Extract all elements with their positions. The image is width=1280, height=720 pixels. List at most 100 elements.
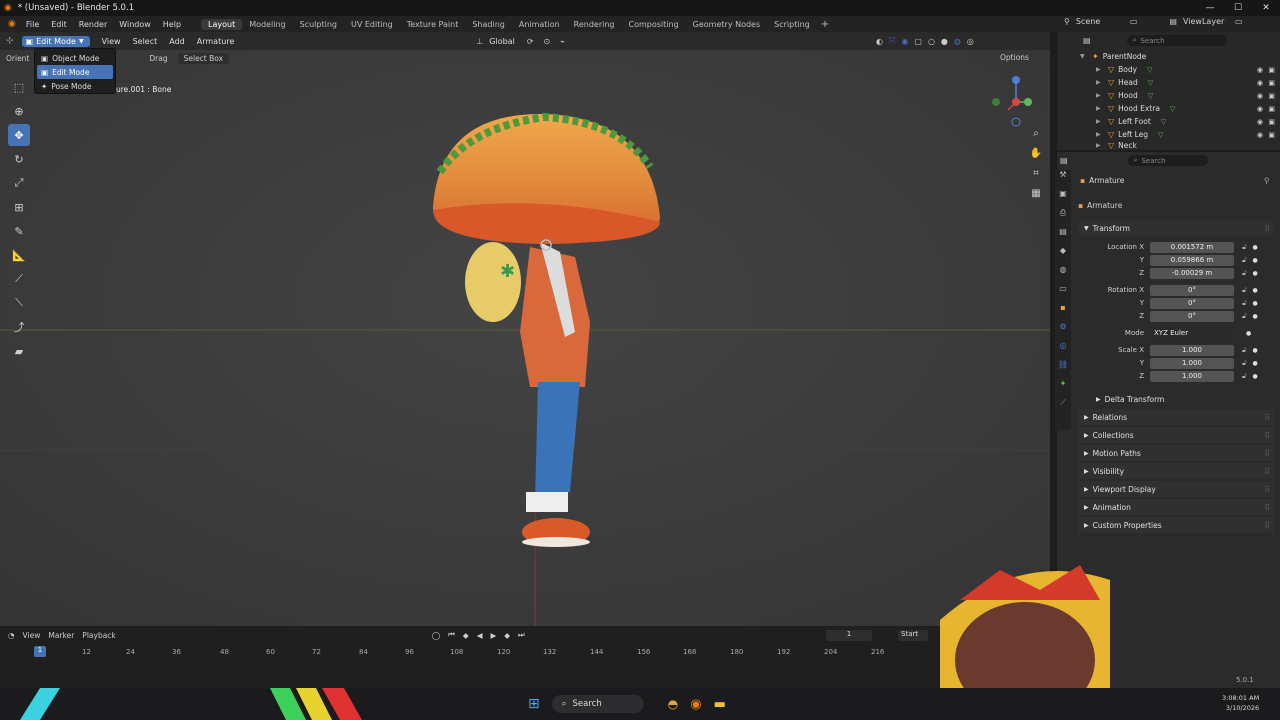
bone-envelope-tool-icon[interactable]: ▰ (8, 340, 30, 362)
custom-properties-panel-header[interactable]: ▶ Custom Properties ⠿ (1078, 517, 1274, 533)
keyframe-dot-icon[interactable]: ● (1253, 347, 1258, 354)
expand-arrow-icon[interactable]: ▶ (1096, 105, 1104, 112)
keyframe-dot-icon[interactable]: ● (1253, 257, 1258, 264)
location-x-field[interactable]: 0.001572 m (1150, 241, 1234, 253)
eye-icon[interactable]: ◉ (1257, 105, 1263, 113)
eye-icon[interactable]: ◉ (1257, 118, 1263, 126)
menu-select[interactable]: Select (127, 37, 164, 46)
output-tab-icon[interactable]: ⎙ (1055, 208, 1071, 227)
transform-tool-icon[interactable]: ⊞ (8, 196, 30, 218)
add-workspace-button[interactable]: + (817, 19, 833, 30)
transform-orientation[interactable]: Global (483, 37, 521, 46)
menu-item-edit-mode[interactable]: ▣ Edit Mode (37, 65, 113, 79)
pin-icon[interactable]: ⚲ (1264, 176, 1270, 185)
material-shading-icon[interactable]: ◍ (954, 37, 961, 46)
proportional-icon[interactable]: ⌁ (560, 37, 565, 46)
scene-selector[interactable]: ⚲ Scene ▭ ▤ ViewLayer ▭ (1064, 17, 1243, 26)
menu-item-object-mode[interactable]: ▣ Object Mode (37, 51, 113, 65)
drag-handle-icon[interactable]: ⠿ (1265, 413, 1271, 422)
collection-tab-icon[interactable]: ▭ (1055, 284, 1071, 303)
menu-edit[interactable]: Edit (45, 20, 73, 29)
mode-selector[interactable]: ▣ Edit Mode ▼ (21, 35, 90, 47)
blender-taskbar-icon[interactable]: ◉ (690, 697, 701, 712)
timeline-menu-marker[interactable]: Marker (48, 631, 74, 640)
tab-rendering[interactable]: Rendering (567, 19, 622, 30)
relations-panel-header[interactable]: ▶ Relations ⠿ (1078, 409, 1274, 425)
physics-tab-icon[interactable]: ◎ (1055, 341, 1071, 360)
modifier-tab-icon[interactable]: ⚙ (1055, 322, 1071, 341)
tool-tab-icon[interactable]: ⚒ (1055, 170, 1071, 189)
list-item[interactable]: ▶ ▽ Left Foot ▽ ◉ ▣ (1096, 115, 1275, 128)
prev-keyframe-icon[interactable]: ◆ (463, 631, 469, 640)
menu-view[interactable]: View (96, 37, 127, 46)
properties-search-input[interactable]: ⌕ Search (1127, 155, 1208, 166)
new-scene-icon[interactable]: ▭ (1130, 17, 1138, 26)
drag-handle-icon[interactable]: ⠿ (1265, 521, 1271, 530)
menu-armature[interactable]: Armature (191, 37, 241, 46)
tab-modeling[interactable]: Modeling (242, 19, 292, 30)
minimize-button[interactable]: — (1196, 3, 1224, 13)
timeline-editor-icon[interactable]: ◔ (8, 631, 15, 640)
lock-icon[interactable]: 🔓︎ (1242, 256, 1247, 265)
armature-data-tab-icon[interactable]: ✦ (1055, 379, 1071, 398)
move-tool-icon[interactable]: ✥ (8, 124, 30, 146)
scale-x-field[interactable]: 1.000 (1150, 344, 1234, 356)
list-item[interactable]: ▶ ▽ Head ▽ ◉ ▣ (1096, 76, 1275, 89)
visibility-panel-header[interactable]: ▶ Visibility ⠿ (1078, 463, 1274, 479)
rotation-mode-dropdown[interactable]: XYZ Euler (1150, 327, 1234, 339)
close-button[interactable]: ✕ (1252, 3, 1280, 13)
keyframe-dot-icon[interactable]: ● (1253, 373, 1258, 380)
lock-icon[interactable]: 🔓︎ (1242, 299, 1247, 308)
eye-icon[interactable]: ◉ (1257, 66, 1263, 74)
scale-y-field[interactable]: 1.000 (1150, 357, 1234, 369)
select-box-tool-icon[interactable]: ⬚ (8, 76, 30, 98)
object-tab-icon[interactable]: ▪ (1055, 303, 1071, 322)
eye-icon[interactable]: ◉ (1257, 92, 1263, 100)
collections-panel-header[interactable]: ▶ Collections ⠿ (1078, 427, 1274, 443)
tab-sculpting[interactable]: Sculpting (293, 19, 344, 30)
scale-z-field[interactable]: 1.000 (1150, 370, 1234, 382)
viewport-display-panel-header[interactable]: ▶ Viewport Display ⠿ (1078, 481, 1274, 497)
lock-icon[interactable]: 🔓︎ (1242, 359, 1247, 368)
scene-tab-icon[interactable]: ◆ (1055, 246, 1071, 265)
keyframe-dot-icon[interactable]: ● (1253, 300, 1258, 307)
blender-menu-icon[interactable]: ◉ (4, 19, 20, 29)
expand-arrow-icon[interactable]: ▶ (1096, 79, 1104, 86)
keyframe-dot-icon[interactable]: ● (1253, 270, 1258, 277)
scale-tool-icon[interactable]: ⤢ (8, 172, 30, 194)
tab-texture-paint[interactable]: Texture Paint (400, 19, 466, 30)
bone-tab-icon[interactable]: ⟋ (1055, 398, 1071, 417)
roll-tool-icon[interactable]: ⟋ (8, 268, 30, 290)
drag-handle-icon[interactable]: ⠿ (1265, 431, 1271, 440)
zoom-icon[interactable]: ⌕ (1027, 128, 1045, 148)
editor-type-icon[interactable]: ⊹ (6, 36, 14, 46)
solid-shading-icon[interactable]: ● (941, 37, 948, 46)
render-icon[interactable]: ▣ (1268, 105, 1275, 113)
lock-icon[interactable]: 🔓︎ (1242, 372, 1247, 381)
pivot-icon[interactable]: ⟳ (527, 37, 534, 46)
tab-geometry-nodes[interactable]: Geometry Nodes (686, 19, 767, 30)
keyframe-dot-icon[interactable]: ● (1253, 360, 1258, 367)
render-icon[interactable]: ▣ (1268, 92, 1275, 100)
menu-add[interactable]: Add (163, 37, 191, 46)
expand-arrow-icon[interactable]: ▶ (1096, 92, 1104, 99)
lock-icon[interactable]: 🔓︎ (1242, 346, 1247, 355)
location-z-field[interactable]: -0.00029 m (1150, 267, 1234, 279)
tab-compositing[interactable]: Compositing (622, 19, 686, 30)
render-icon[interactable]: ▣ (1268, 131, 1275, 139)
options-dropdown[interactable]: Options (1000, 53, 1029, 62)
select-box-dropdown[interactable]: Select Box (177, 52, 230, 64)
current-frame-field[interactable]: 1 (826, 630, 872, 641)
view-layer-tab-icon[interactable]: ▤ (1055, 227, 1071, 246)
animation-panel-header[interactable]: ▶ Animation ⠿ (1078, 499, 1274, 515)
overlay-icon[interactable]: ◉ (901, 37, 908, 46)
drag-handle-icon[interactable]: ⠿ (1265, 485, 1271, 494)
expand-arrow-icon[interactable]: ▶ (1096, 66, 1104, 73)
jump-end-icon[interactable]: ⏭ (518, 630, 525, 640)
xray-icon[interactable]: ▢ (914, 37, 922, 46)
taskbar-search[interactable]: ⌕ Search (551, 695, 644, 713)
list-item[interactable]: ▶ ▽ Neck (1096, 141, 1275, 150)
annotate-tool-icon[interactable]: ✎ (8, 220, 30, 242)
motion-paths-panel-header[interactable]: ▶ Motion Paths ⠿ (1078, 445, 1274, 461)
camera-view-icon[interactable]: ⌗ (1027, 168, 1045, 188)
